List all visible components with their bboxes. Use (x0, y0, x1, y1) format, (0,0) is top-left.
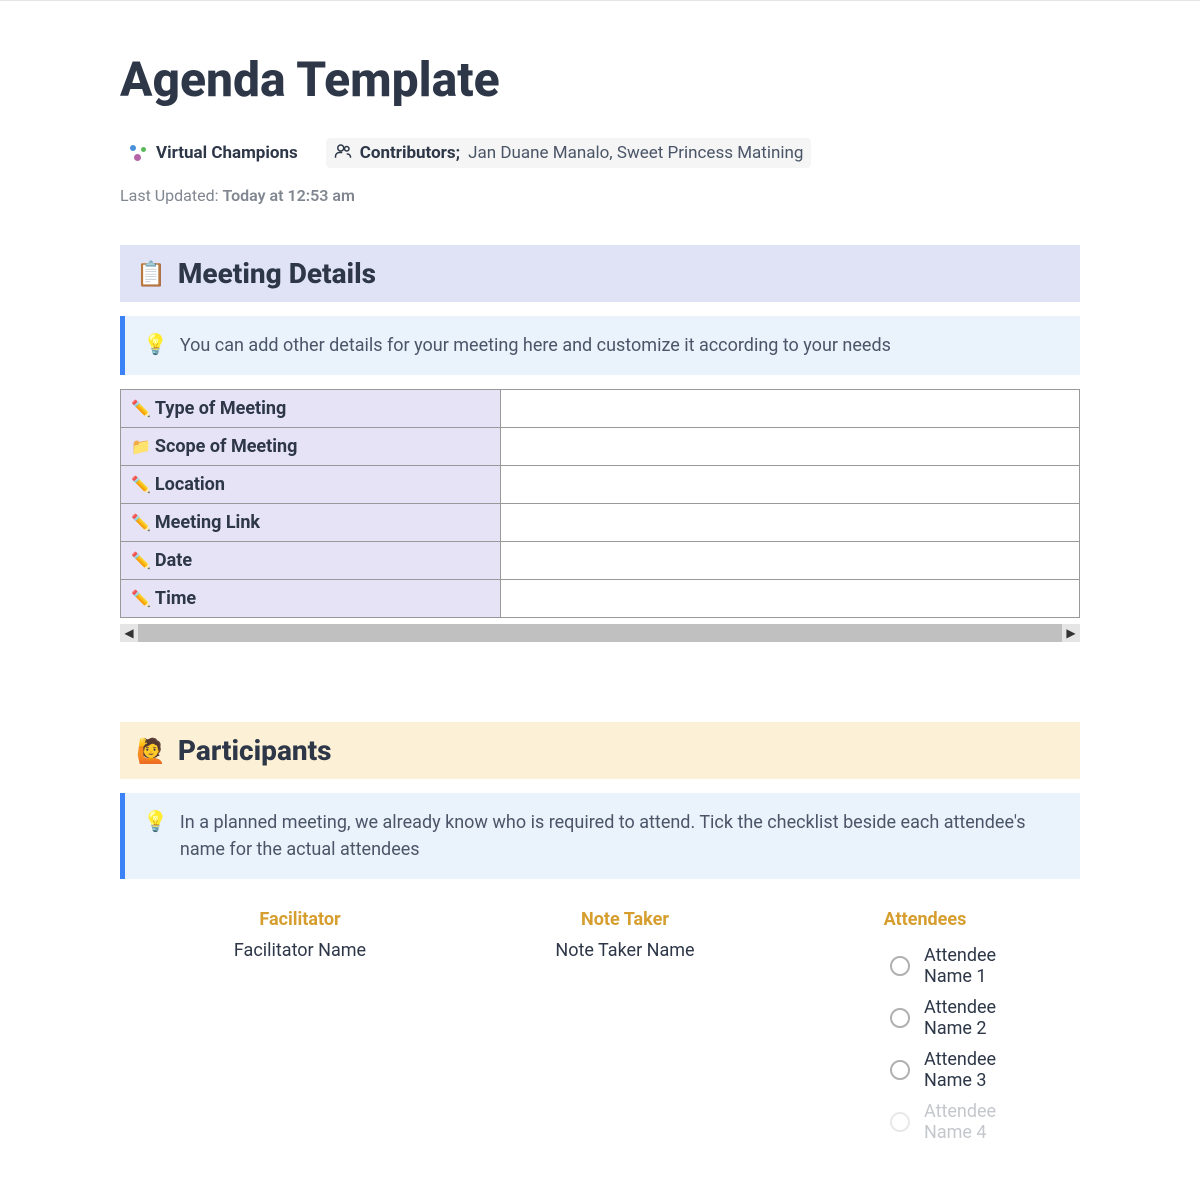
table-value-cell[interactable] (501, 390, 1080, 428)
facilitator-heading: Facilitator (160, 909, 440, 930)
attendee-checkbox[interactable] (890, 1112, 910, 1132)
note-taker-heading: Note Taker (460, 909, 790, 930)
pencil-icon: ✏️ (131, 513, 151, 532)
pencil-icon: ✏️ (131, 399, 151, 418)
attendee-name[interactable]: Attendee Name 2 (924, 997, 1040, 1039)
attendee-row: Attendee Name 2 (890, 992, 1040, 1044)
meeting-details-header: 📋 Meeting Details (120, 245, 1080, 302)
table-value-cell[interactable] (501, 580, 1080, 618)
document-container: Agenda Template Virtual Champions Contri… (100, 1, 1100, 1178)
attendee-checkbox[interactable] (890, 1060, 910, 1080)
table-label-text: Location (155, 474, 225, 495)
table-row: ✏️Type of Meeting (121, 390, 1080, 428)
horizontal-scrollbar[interactable]: ◀ ▶ (120, 624, 1080, 642)
table-label-cell[interactable]: 📁Scope of Meeting (121, 428, 501, 466)
table-row: 📁Scope of Meeting (121, 428, 1080, 466)
attendee-checkbox[interactable] (890, 956, 910, 976)
table-label-text: Time (155, 588, 196, 609)
lightbulb-icon: 💡 (143, 332, 168, 356)
participants-grid: Facilitator Facilitator Name Note Taker … (120, 899, 1080, 1158)
attendees-column: Attendees Attendee Name 1 Attendee Name 2… (810, 909, 1040, 1148)
table-value-cell[interactable] (501, 466, 1080, 504)
pencil-icon: ✏️ (131, 589, 151, 608)
last-updated: Last Updated: Today at 12:53 am (120, 186, 1080, 205)
attendee-name[interactable]: Attendee Name 4 (924, 1101, 1040, 1143)
participants-title: Participants (178, 734, 332, 767)
facilitator-column: Facilitator Facilitator Name (160, 909, 440, 1148)
page-title: Agenda Template (120, 51, 1080, 108)
attendee-row: Attendee Name 3 (890, 1044, 1040, 1096)
team-tag[interactable]: Virtual Champions (120, 139, 306, 167)
meeting-details-tip: 💡 You can add other details for your mee… (120, 316, 1080, 375)
team-name: Virtual Champions (156, 143, 298, 163)
meeting-details-title: Meeting Details (178, 257, 376, 290)
table-value-cell[interactable] (501, 504, 1080, 542)
table-label-text: Meeting Link (155, 512, 260, 533)
participants-header: 🙋 Participants (120, 722, 1080, 779)
table-row: ✏️Time (121, 580, 1080, 618)
table-label-cell[interactable]: ✏️Date (121, 542, 501, 580)
meeting-details-tip-text: You can add other details for your meeti… (180, 332, 891, 359)
participants-tip-text: In a planned meeting, we already know wh… (180, 809, 1062, 863)
facilitator-value[interactable]: Facilitator Name (160, 940, 440, 961)
contributors-tag[interactable]: Contributors; Jan Duane Manalo, Sweet Pr… (326, 138, 812, 168)
table-label-text: Scope of Meeting (155, 436, 297, 457)
table-label-cell[interactable]: ✏️Time (121, 580, 501, 618)
participants-tip: 💡 In a planned meeting, we already know … (120, 793, 1080, 879)
table-row: ✏️Location (121, 466, 1080, 504)
meta-row: Virtual Champions Contributors; Jan Duan… (120, 138, 1080, 168)
folder-icon: 📁 (131, 437, 151, 456)
table-row: ✏️Meeting Link (121, 504, 1080, 542)
contributors-label: Contributors; (360, 143, 460, 163)
pencil-icon: ✏️ (131, 475, 151, 494)
pencil-icon: ✏️ (131, 551, 151, 570)
table-label-cell[interactable]: ✏️Meeting Link (121, 504, 501, 542)
table-label-text: Date (155, 550, 192, 571)
attendee-name[interactable]: Attendee Name 3 (924, 1049, 1040, 1091)
note-taker-column: Note Taker Note Taker Name (460, 909, 790, 1148)
table-label-cell[interactable]: ✏️Location (121, 466, 501, 504)
attendee-checkbox[interactable] (890, 1008, 910, 1028)
table-label-cell[interactable]: ✏️Type of Meeting (121, 390, 501, 428)
scrollbar-left-arrow[interactable]: ◀ (120, 624, 138, 642)
table-row: ✏️Date (121, 542, 1080, 580)
attendee-name[interactable]: Attendee Name 1 (924, 945, 1040, 987)
last-updated-label: Last Updated: (120, 186, 218, 205)
contributors-icon (334, 142, 352, 164)
scrollbar-track[interactable] (138, 624, 1062, 642)
table-value-cell[interactable] (501, 542, 1080, 580)
table-label-text: Type of Meeting (155, 398, 286, 419)
meeting-details-table: ✏️Type of Meeting📁Scope of Meeting✏️Loca… (120, 389, 1080, 618)
raising-hand-icon: 🙋 (136, 737, 166, 765)
memo-icon: 📋 (136, 260, 166, 288)
note-taker-value[interactable]: Note Taker Name (460, 940, 790, 961)
attendees-heading: Attendees (810, 909, 1040, 930)
attendee-row: Attendee Name 1 (890, 940, 1040, 992)
contributors-names: Jan Duane Manalo, Sweet Princess Matinin… (468, 143, 803, 163)
scrollbar-right-arrow[interactable]: ▶ (1062, 624, 1080, 642)
last-updated-value: Today at 12:53 am (222, 186, 354, 205)
lightbulb-icon: 💡 (143, 809, 168, 833)
table-value-cell[interactable] (501, 428, 1080, 466)
attendee-row: Attendee Name 4 (890, 1096, 1040, 1148)
team-icon (128, 143, 148, 163)
